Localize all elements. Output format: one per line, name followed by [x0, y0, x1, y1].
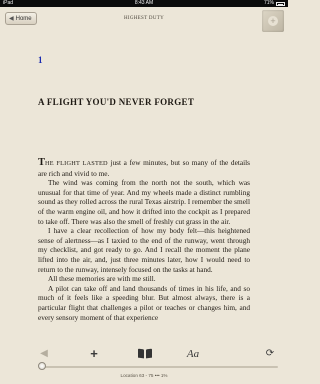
book-text: THE FLIGHT LASTED just a few minutes, bu… — [38, 157, 250, 322]
progress-slider-knob[interactable] — [38, 362, 47, 370]
sync-icon: ⟳ — [265, 348, 275, 359]
progress-slider[interactable] — [40, 366, 278, 368]
chapter-title: A FLIGHT YOU'D NEVER FORGET — [38, 97, 195, 107]
open-book-icon — [138, 349, 152, 358]
add-bookmark-icon: + — [268, 16, 278, 26]
add-note-button[interactable]: + — [88, 345, 100, 362]
battery-percent: 71% — [263, 0, 274, 6]
book-title: HIGHEST DUTY — [123, 16, 165, 21]
paragraph: THE FLIGHT LASTED just a few minutes, bu… — [38, 157, 250, 178]
drop-cap: T — [38, 157, 46, 168]
paragraph: A pilot can take off and land thousands … — [38, 283, 250, 322]
sync-button[interactable]: ⟳ — [264, 345, 276, 362]
paragraph: I have a clear recollection of how my bo… — [38, 226, 250, 274]
battery-icon — [276, 1, 285, 6]
paragraph: The wind was coming from the north not t… — [38, 178, 250, 226]
back-button[interactable]: ◀ — [38, 345, 50, 362]
bookmark-button[interactable]: + — [262, 10, 284, 32]
battery-status: 71% — [264, 0, 285, 7]
status-bar: iPad 8:43 AM 71% — [0, 0, 288, 7]
paragraph: All these memories are with me still. — [48, 274, 156, 284]
library-button[interactable] — [137, 345, 153, 362]
location-indicator: Location 63 - 75 ••• 1% — [120, 373, 168, 378]
reader-toolbar: ◀ + Aa ⟳ — [0, 345, 288, 362]
font-settings-label: Aa — [186, 347, 200, 360]
plus-icon: + — [90, 346, 98, 361]
back-arrow-icon: ◀ — [40, 348, 48, 359]
chapter-number-link[interactable]: 1 — [38, 55, 43, 65]
opening-words: HE FLIGHT LASTED — [45, 160, 108, 167]
clock: 8:43 AM — [134, 0, 154, 6]
font-settings-button[interactable]: Aa — [184, 345, 202, 362]
